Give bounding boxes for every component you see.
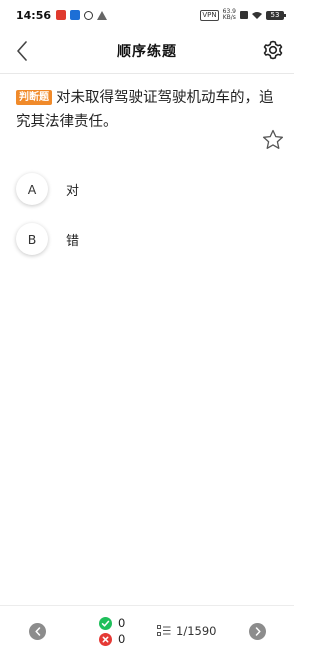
page-title: 顺序练题 xyxy=(117,44,177,60)
chevron-right-icon xyxy=(255,627,261,636)
check-icon xyxy=(99,616,112,630)
bottom-bar: 0 0 1/1590 xyxy=(0,605,294,656)
nav-bar: 顺序练题 xyxy=(0,30,294,72)
option-key: A xyxy=(16,173,48,205)
network-speed-unit: KB/s xyxy=(222,14,236,21)
correct-count: 0 xyxy=(118,616,126,630)
cross-icon xyxy=(99,632,112,646)
question-progress: 1/1590 xyxy=(176,624,217,638)
question-type-badge: 判断题 xyxy=(16,90,52,105)
option-text: 对 xyxy=(66,183,80,199)
back-button[interactable] xyxy=(10,38,34,64)
wrong-count: 0 xyxy=(118,632,126,646)
status-indicators: VPN 63.9 KB/s 53 xyxy=(200,9,286,21)
favorite-button[interactable] xyxy=(261,128,285,152)
vpn-icon: VPN xyxy=(200,9,219,21)
gear-icon xyxy=(263,40,283,60)
network-speed: 63.9 KB/s xyxy=(223,9,236,21)
settings-button[interactable] xyxy=(260,37,286,63)
previous-question-button[interactable] xyxy=(29,623,46,640)
answer-stats: 0 0 xyxy=(99,615,139,647)
next-question-button[interactable] xyxy=(249,623,266,640)
battery-icon: 53 xyxy=(266,10,286,20)
back-arrow-icon xyxy=(17,41,27,61)
question-stem: 判断题 对未取得驾驶证驾驶机动车的，追究其法律责任。 xyxy=(16,86,278,134)
star-icon xyxy=(262,129,284,149)
question-index-button[interactable]: 1/1590 xyxy=(157,623,216,639)
list-icon xyxy=(157,625,171,636)
option-key: B xyxy=(16,223,48,255)
app-notification-icon xyxy=(70,10,81,20)
app-notification-icon xyxy=(56,10,67,20)
chevron-left-icon xyxy=(34,627,40,636)
status-bar: 14:56 VPN 63.9 KB/s 53 xyxy=(0,0,294,30)
status-time: 14:56 xyxy=(16,8,52,22)
sim-icon xyxy=(240,11,248,19)
wifi-icon xyxy=(252,12,262,19)
app-notification-icon xyxy=(84,10,94,20)
option-b[interactable]: B 错 xyxy=(16,221,278,257)
correct-stat: 0 xyxy=(99,615,139,631)
option-text: 错 xyxy=(66,233,80,249)
nav-divider xyxy=(0,73,294,74)
question-text: 对未取得驾驶证驾驶机动车的，追究其法律责任。 xyxy=(16,90,274,130)
option-a[interactable]: A 对 xyxy=(16,171,278,207)
wrong-stat: 0 xyxy=(99,631,139,647)
app-notification-icon xyxy=(97,10,108,20)
